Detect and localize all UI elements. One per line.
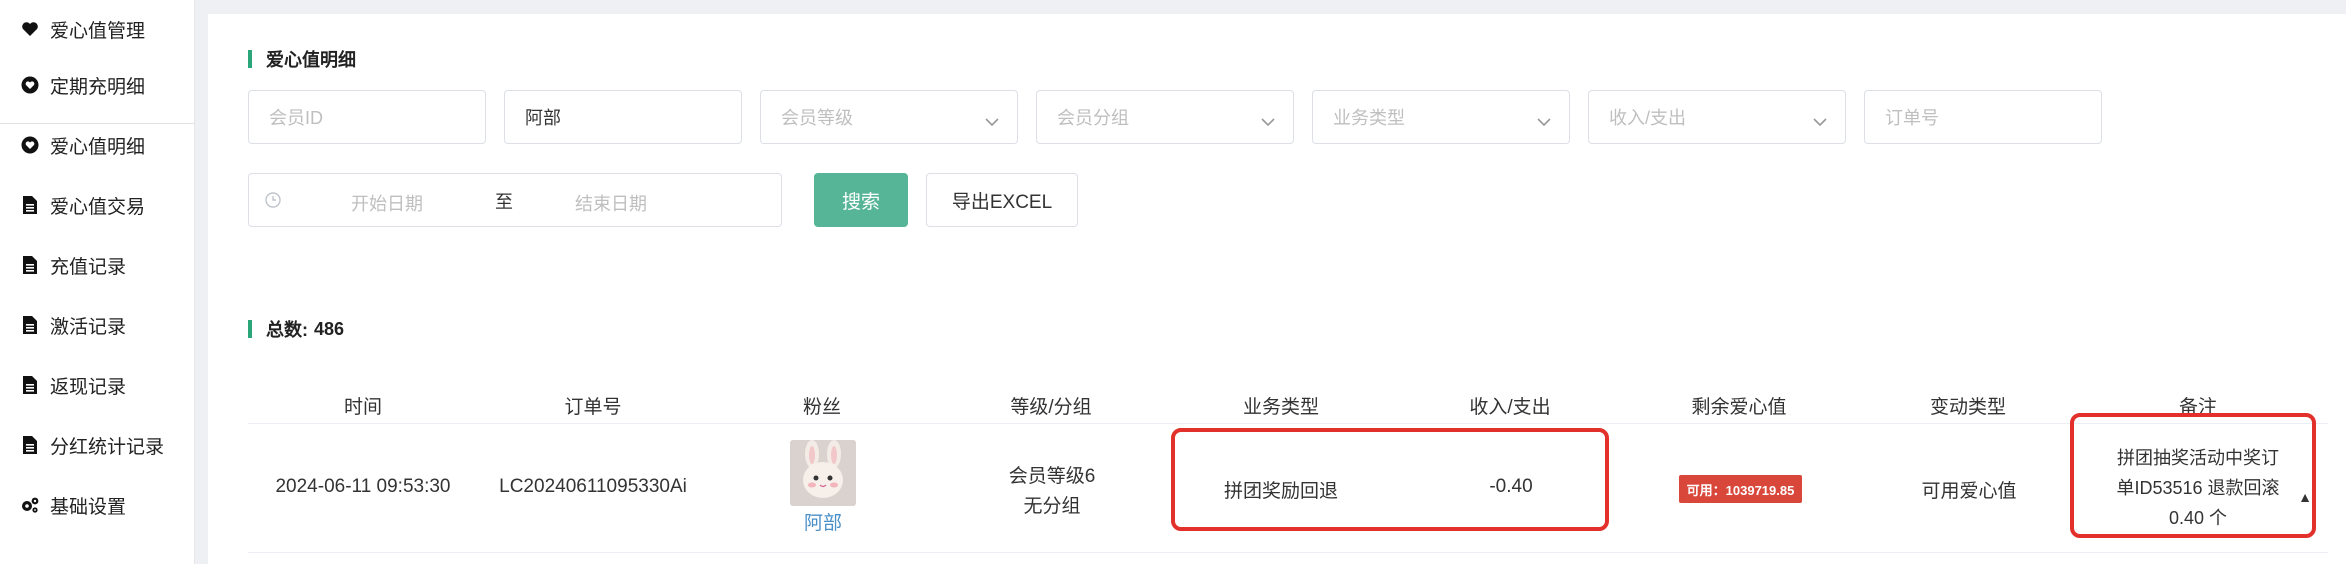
order-number-placeholder: 订单号 bbox=[1885, 108, 1939, 128]
sidebar-item-label: 爱心值明细 bbox=[50, 136, 146, 158]
sidebar-item-love-value-trade[interactable]: 爱心值交易 bbox=[0, 176, 195, 234]
sidebar-item-cashback-records[interactable]: 返现记录 bbox=[0, 356, 195, 414]
heart-icon bbox=[20, 19, 40, 39]
document-icon bbox=[20, 195, 40, 215]
member-id-placeholder: 会员ID bbox=[269, 108, 323, 128]
heart-circle-icon bbox=[20, 135, 40, 155]
sidebar-item-label: 充值记录 bbox=[50, 256, 127, 278]
sidebar-item-basic-settings[interactable]: 基础设置 bbox=[0, 476, 195, 534]
total-label: 总数: bbox=[266, 320, 308, 340]
order-number-input[interactable]: 订单号 bbox=[1864, 90, 2102, 144]
member-group-placeholder: 会员分组 bbox=[1057, 108, 1129, 128]
end-date-placeholder[interactable]: 结束日期 bbox=[575, 190, 647, 216]
sidebar-item-label: 返现记录 bbox=[50, 376, 127, 398]
sidebar-item-activation-records[interactable]: 激活记录 bbox=[0, 296, 195, 354]
heart-circle-icon bbox=[20, 75, 40, 95]
sidebar-item-label: 爱心值交易 bbox=[50, 196, 146, 218]
clock-icon bbox=[265, 192, 281, 213]
chevron-down-icon bbox=[1813, 111, 1827, 132]
search-button[interactable]: 搜索 bbox=[814, 173, 908, 227]
balance-badge: 可用：1039719.85 bbox=[1679, 475, 1802, 503]
income-expense-select[interactable]: 收入/支出 bbox=[1588, 90, 1846, 144]
chevron-down-icon bbox=[985, 111, 999, 132]
sidebar-item-label: 定期充明细 bbox=[50, 76, 146, 98]
column-header-level-group: 等级/分组 bbox=[1010, 397, 1092, 418]
member-level-placeholder: 会员等级 bbox=[781, 108, 853, 128]
table-header-divider bbox=[248, 423, 2328, 424]
cell-level: 会员等级6 bbox=[1008, 466, 1096, 487]
column-header-order-no: 订单号 bbox=[564, 397, 622, 418]
title-accent-bar bbox=[248, 50, 252, 68]
chevron-down-icon bbox=[1261, 111, 1275, 132]
fan-name-link[interactable]: 阿部 bbox=[804, 508, 842, 535]
chevron-down-icon bbox=[1537, 111, 1551, 132]
cell-order-no: LC20240611095330Ai bbox=[499, 476, 687, 497]
table-row-divider bbox=[248, 552, 2328, 553]
business-type-placeholder: 业务类型 bbox=[1333, 108, 1405, 128]
member-name-input[interactable]: 阿部 bbox=[504, 90, 742, 144]
sidebar-item-periodic-recharge[interactable]: 定期充明细 bbox=[0, 56, 195, 114]
column-header-change-type: 变动类型 bbox=[1929, 397, 2007, 418]
gears-icon bbox=[20, 495, 40, 515]
cell-change-type: 可用爱心值 bbox=[1921, 481, 2017, 502]
business-type-select[interactable]: 业务类型 bbox=[1312, 90, 1570, 144]
member-group-select[interactable]: 会员分组 bbox=[1036, 90, 1294, 144]
total-value: 486 bbox=[314, 318, 345, 339]
page-title: 爱心值明细 bbox=[248, 46, 356, 72]
date-range-picker[interactable]: 开始日期 至 结束日期 bbox=[248, 173, 782, 227]
highlight-box-remark bbox=[2070, 413, 2316, 538]
column-header-income-expense: 收入/支出 bbox=[1469, 397, 1551, 418]
sidebar-item-label: 激活记录 bbox=[50, 316, 127, 338]
start-date-placeholder[interactable]: 开始日期 bbox=[351, 190, 423, 216]
top-strip bbox=[195, 0, 2346, 12]
column-header-fans: 粉丝 bbox=[802, 397, 842, 418]
document-icon bbox=[20, 375, 40, 395]
sidebar-item-label: 基础设置 bbox=[50, 496, 127, 518]
sidebar-item-dividend-statistics[interactable]: 分红统计记录 bbox=[0, 416, 195, 474]
member-id-input[interactable]: 会员ID bbox=[248, 90, 486, 144]
member-level-select[interactable]: 会员等级 bbox=[760, 90, 1018, 144]
document-icon bbox=[20, 255, 40, 275]
document-icon bbox=[20, 435, 40, 455]
sidebar-item-love-value-detail[interactable]: 爱心值明细 bbox=[0, 116, 195, 174]
sidebar-item-love-value-management[interactable]: 爱心值管理 bbox=[0, 0, 195, 58]
income-expense-placeholder: 收入/支出 bbox=[1609, 108, 1687, 128]
sidebar-item-recharge-records[interactable]: 充值记录 bbox=[0, 236, 195, 294]
document-icon bbox=[20, 315, 40, 335]
sidebar-item-label: 爱心值管理 bbox=[50, 20, 146, 42]
date-range-separator: 至 bbox=[495, 192, 513, 212]
export-excel-button[interactable]: 导出EXCEL bbox=[926, 173, 1078, 227]
column-header-time: 时间 bbox=[343, 397, 383, 418]
member-name-value: 阿部 bbox=[525, 108, 561, 128]
cell-group: 无分组 bbox=[1023, 496, 1081, 517]
column-header-business-type: 业务类型 bbox=[1242, 397, 1320, 418]
avatar[interactable] bbox=[790, 440, 856, 506]
page-title-text: 爱心值明细 bbox=[266, 50, 356, 70]
total-count: 总数: 486 bbox=[248, 316, 344, 342]
cell-time: 2024-06-11 09:53:30 bbox=[275, 476, 451, 497]
sidebar-item-label: 分红统计记录 bbox=[50, 436, 165, 458]
column-header-remaining-value: 剩余爱心值 bbox=[1691, 397, 1787, 418]
highlight-box-business-amount bbox=[1171, 428, 1609, 531]
title-accent-bar bbox=[248, 320, 252, 338]
sidebar: 爱心值管理 定期充明细 爱心值明细 爱心值交易 充值记录 激活记录 返现记录 分… bbox=[0, 0, 195, 564]
